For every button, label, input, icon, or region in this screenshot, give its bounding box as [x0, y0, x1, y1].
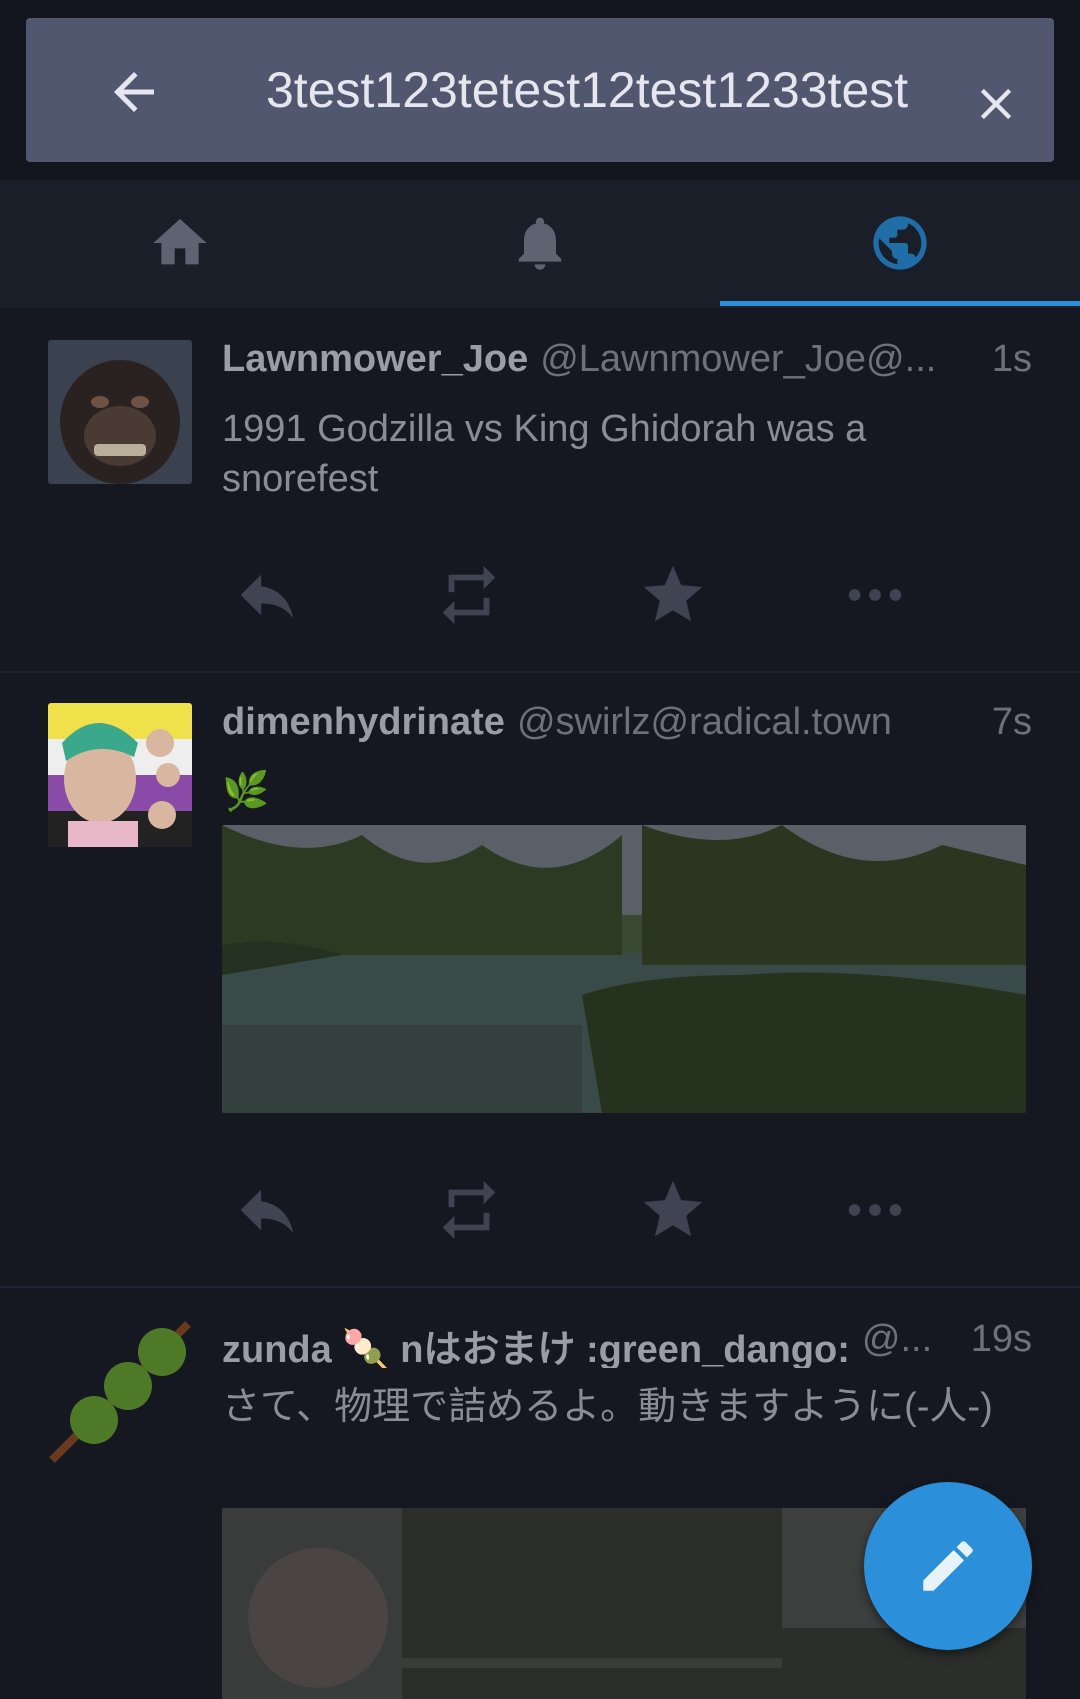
account-handle: @swirlz@radical.town [516, 701, 892, 743]
tab-bar [0, 180, 1080, 308]
avatar[interactable] [48, 340, 192, 484]
status-content: さて、物理で詰めるよ。動きますように(-人-) [222, 1386, 993, 1428]
status-content: 🌿 [222, 771, 270, 813]
avatar[interactable] [48, 1320, 192, 1464]
reply-icon [240, 1189, 294, 1234]
reply-icon [240, 574, 294, 619]
more-icon [848, 1204, 902, 1216]
status-header: dimenhydrinate @swirlz@radical.town 7s [222, 701, 1032, 751]
tab-federated[interactable] [720, 180, 1080, 306]
pencil-icon [923, 1541, 973, 1591]
status-content: 1991 Godzilla vs King Ghidorah was a sno… [222, 408, 867, 500]
account-handle: @... [861, 1318, 933, 1360]
tab-home[interactable] [0, 180, 360, 306]
more-button[interactable] [830, 1170, 920, 1250]
active-tab-indicator [720, 301, 1080, 306]
display-name[interactable]: Lawnmower_Joe [222, 338, 528, 388]
favourite-icon [643, 1180, 703, 1237]
search-input[interactable]: 3test123tetest12test1233test [266, 54, 928, 126]
close-icon[interactable] [970, 78, 1022, 130]
more-icon [848, 589, 902, 601]
tab-notifications[interactable] [360, 180, 720, 306]
boost-button[interactable] [424, 1170, 514, 1250]
reply-button[interactable] [222, 555, 312, 635]
status-actions [222, 1170, 1042, 1250]
status-header: zunda 🍡 nはおまけ :green_dango: @... 19s [222, 1318, 1032, 1368]
timestamp: 19s [970, 1318, 1032, 1360]
status-item[interactable]: Lawnmower_Joe @Lawnmower_Joe@... 1s 1991… [0, 308, 1080, 673]
favourite-button[interactable] [628, 555, 718, 635]
display-name[interactable]: zunda 🍡 nはおまけ :green_dango: [222, 1318, 850, 1368]
boost-icon [442, 565, 496, 625]
boost-icon [442, 1180, 496, 1240]
bell-icon [518, 217, 562, 270]
media-attachment[interactable] [222, 825, 1026, 1113]
account-handle: @Lawnmower_Joe@... [540, 338, 937, 380]
boost-button[interactable] [424, 555, 514, 635]
favourite-icon [643, 565, 703, 622]
status-header: Lawnmower_Joe @Lawnmower_Joe@... 1s [222, 338, 1032, 388]
timestamp: 7s [991, 701, 1032, 743]
compose-button[interactable] [864, 1482, 1032, 1650]
status-item[interactable]: dimenhydrinate @swirlz@radical.town 7s 🌿 [0, 673, 1080, 1288]
avatar[interactable] [48, 703, 192, 847]
more-button[interactable] [830, 555, 920, 635]
display-name[interactable]: dimenhydrinate [222, 701, 505, 751]
timestamp: 1s [991, 338, 1032, 380]
search-bar: 3test123tetest12test1233test [26, 18, 1054, 162]
home-icon [153, 219, 207, 265]
status-actions [222, 555, 1042, 635]
reply-button[interactable] [222, 1170, 312, 1250]
favourite-button[interactable] [628, 1170, 718, 1250]
globe-icon [873, 216, 927, 270]
arrow-left-icon[interactable] [104, 62, 164, 122]
